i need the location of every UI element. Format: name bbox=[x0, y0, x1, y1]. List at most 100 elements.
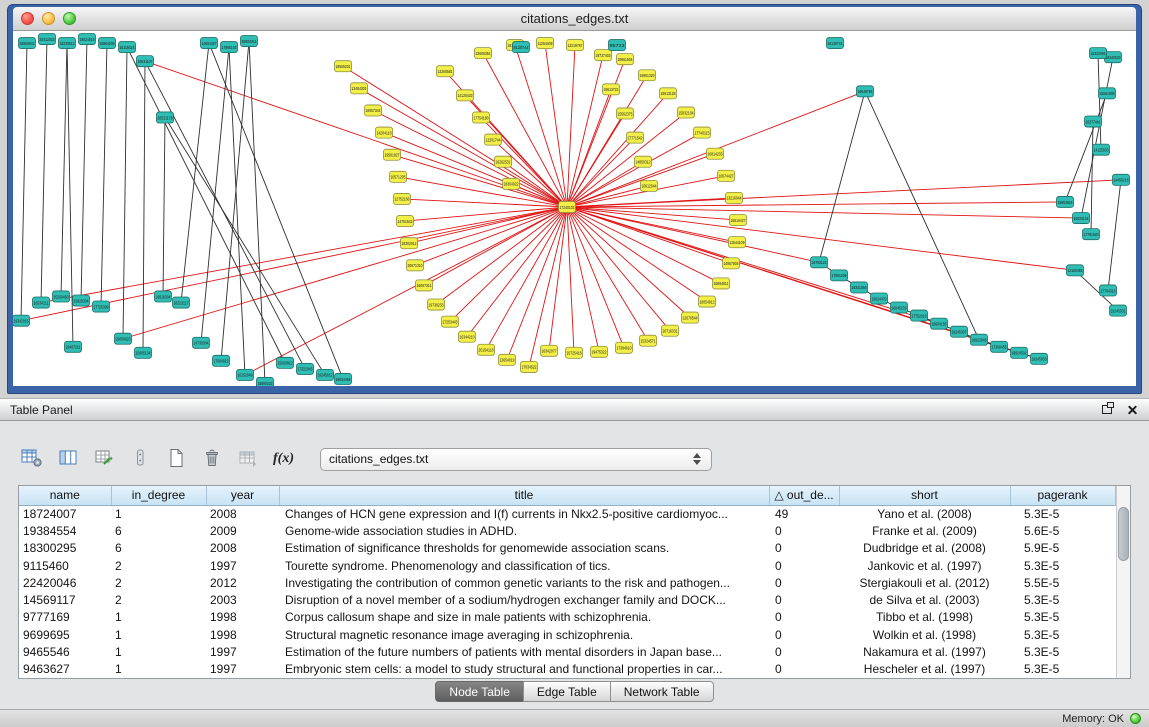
column-header-in_degree[interactable]: in_degree bbox=[111, 486, 206, 505]
table-row[interactable]: 1456911722003Disruption of a novel membe… bbox=[19, 591, 1115, 608]
graph-node[interactable]: 19024515 bbox=[79, 34, 96, 45]
cell-title[interactable]: Genome-wide association studies in ADHD. bbox=[279, 522, 769, 539]
graph-node[interactable]: 16922048 bbox=[971, 334, 988, 345]
graph-node[interactable]: 16322094 bbox=[1090, 48, 1107, 59]
cell-year[interactable]: 1997 bbox=[206, 643, 279, 660]
cell-name[interactable]: 9465546 bbox=[19, 643, 111, 660]
graph-node[interactable]: 17253445 bbox=[442, 316, 459, 327]
cell-name[interactable]: 18300295 bbox=[19, 540, 111, 557]
graph-node[interactable]: 15684208 bbox=[99, 38, 116, 49]
cell-name[interactable]: 14569117 bbox=[19, 591, 111, 608]
graph-node[interactable]: 16152049 bbox=[237, 369, 254, 380]
graph-edge[interactable] bbox=[209, 43, 343, 379]
network-table-selector[interactable]: citations_edges.txt bbox=[320, 448, 712, 471]
table-row[interactable]: 969969511998Structural magnetic resonanc… bbox=[19, 626, 1115, 643]
graph-node[interactable]: 19861604 bbox=[617, 54, 634, 65]
table-row[interactable]: 977716911998Corpus callosum shape and si… bbox=[19, 609, 1115, 626]
graph-node[interactable]: 15832104 bbox=[678, 107, 695, 118]
cell-in_degree[interactable]: 6 bbox=[111, 540, 206, 557]
graph-edge[interactable] bbox=[373, 110, 567, 207]
graph-node[interactable]: 18130741 bbox=[827, 38, 844, 49]
network-graph-canvas[interactable]: 1856520112484301160573441420411819581827… bbox=[13, 31, 1136, 386]
graph-node[interactable]: 25260450 bbox=[53, 291, 70, 302]
graph-node[interactable]: 16067311 bbox=[416, 280, 433, 291]
graph-edge[interactable] bbox=[567, 207, 574, 353]
cell-in_degree[interactable]: 6 bbox=[111, 522, 206, 539]
graph-node[interactable]: 16344210 bbox=[459, 331, 476, 342]
close-panel-icon[interactable] bbox=[1126, 403, 1139, 416]
table-row[interactable]: 1872400712008Changes of HCN gene express… bbox=[19, 505, 1115, 522]
cell-pagerank[interactable]: 5.3E-5 bbox=[1010, 609, 1115, 626]
graph-node[interactable]: 16119424 bbox=[119, 42, 136, 53]
graph-node[interactable]: 20531178 bbox=[157, 112, 174, 123]
table-row[interactable]: 946362711997Embryonic stem cells: a mode… bbox=[19, 661, 1115, 678]
cell-pagerank[interactable]: 5.3E-5 bbox=[1010, 557, 1115, 574]
graph-node[interactable]: 15562375 bbox=[617, 108, 634, 119]
graph-node[interactable]: 17771542 bbox=[627, 132, 644, 143]
graph-node[interactable]: 17704316 bbox=[1100, 285, 1117, 296]
graph-node[interactable]: 20154118 bbox=[478, 344, 495, 355]
cell-title[interactable]: Investigating the contribution of common… bbox=[279, 574, 769, 591]
row-tool-button[interactable] bbox=[124, 444, 155, 474]
cell-short[interactable]: Nakamura et al. (1997) bbox=[839, 643, 1010, 660]
graph-edge[interactable] bbox=[567, 45, 575, 207]
graph-edge[interactable] bbox=[41, 39, 47, 302]
tab-node-table[interactable]: Node Table bbox=[435, 681, 524, 702]
graph-edge[interactable] bbox=[567, 207, 599, 352]
cell-out_degree[interactable]: 0 bbox=[769, 540, 839, 557]
cell-year[interactable]: 2009 bbox=[206, 522, 279, 539]
graph-node[interactable]: 8130744 bbox=[513, 42, 530, 53]
column-header-short[interactable]: short bbox=[839, 486, 1010, 505]
graph-node[interactable]: 16342077 bbox=[541, 345, 558, 356]
cell-pagerank[interactable]: 5.9E-5 bbox=[1010, 540, 1115, 557]
graph-edge[interactable] bbox=[229, 47, 245, 375]
cell-out_degree[interactable]: 0 bbox=[769, 626, 839, 643]
graph-node[interactable]: 22606354 bbox=[475, 48, 492, 59]
cell-in_degree[interactable]: 2 bbox=[111, 557, 206, 574]
tab-network-table[interactable]: Network Table bbox=[610, 681, 714, 702]
graph-node[interactable]: 15661808 bbox=[1099, 88, 1116, 99]
graph-node[interactable]: 17091205 bbox=[831, 270, 848, 281]
cell-out_degree[interactable]: 0 bbox=[769, 643, 839, 660]
graph-node[interactable]: 18613125 bbox=[660, 88, 677, 99]
graph-node[interactable]: 10674427 bbox=[718, 170, 735, 181]
graph-node[interactable]: 16534211 bbox=[33, 297, 50, 308]
graph-node[interactable]: 12201744 bbox=[485, 134, 502, 145]
graph-node[interactable]: 12260581 bbox=[437, 66, 454, 77]
graph-node[interactable]: 20716331 bbox=[662, 325, 679, 336]
graph-node[interactable]: 10725418 bbox=[566, 347, 583, 358]
graph-edge[interactable] bbox=[819, 91, 865, 262]
graph-node[interactable]: 18302012 bbox=[401, 238, 418, 249]
graph-node[interactable]: 14450218 bbox=[1113, 174, 1130, 185]
select-columns-button[interactable] bbox=[52, 444, 83, 474]
graph-node[interactable]: 15953824 bbox=[1057, 196, 1074, 207]
graph-edge[interactable] bbox=[1098, 53, 1101, 150]
cell-short[interactable]: de Silva et al. (2003) bbox=[839, 591, 1010, 608]
table-row[interactable]: 1830029562008Estimation of significance … bbox=[19, 540, 1115, 557]
graph-node[interactable]: 15660812 bbox=[277, 357, 294, 368]
cell-short[interactable]: Dudbridge et al. (2008) bbox=[839, 540, 1010, 557]
graph-node[interactable]: 19245033 bbox=[1031, 353, 1048, 364]
graph-edge[interactable] bbox=[1091, 122, 1093, 235]
graph-node[interactable]: 16793122 bbox=[811, 257, 828, 268]
graph-node[interactable]: 18054912 bbox=[699, 296, 716, 307]
column-header-out_degree[interactable]: △ out_de... bbox=[769, 486, 839, 505]
edit-table-button[interactable] bbox=[88, 444, 119, 474]
graph-node[interactable]: 16262531 bbox=[495, 156, 512, 167]
graph-node[interactable]: 17084922 bbox=[213, 355, 230, 366]
graph-node[interactable]: 18304022 bbox=[503, 178, 520, 189]
graph-edge[interactable] bbox=[567, 55, 603, 207]
graph-node[interactable]: 17240102 bbox=[559, 201, 576, 212]
graph-node[interactable]: 18440533 bbox=[1105, 52, 1122, 63]
table-row[interactable]: 1938455462009Genome-wide association stu… bbox=[19, 522, 1115, 539]
graph-edge[interactable] bbox=[567, 133, 702, 207]
cell-title[interactable]: Corpus callosum shape and size in male p… bbox=[279, 609, 769, 626]
cell-short[interactable]: Franke et al. (2009) bbox=[839, 522, 1010, 539]
cell-pagerank[interactable]: 5.3E-5 bbox=[1010, 591, 1115, 608]
graph-node[interactable]: 18890233 bbox=[257, 377, 274, 386]
cell-name[interactable]: 19384554 bbox=[19, 522, 111, 539]
graph-edge[interactable] bbox=[165, 117, 325, 374]
graph-node[interactable]: 11254408 bbox=[537, 38, 554, 49]
cell-title[interactable]: Disruption of a novel member of a sodium… bbox=[279, 591, 769, 608]
graph-edge[interactable] bbox=[123, 47, 127, 339]
